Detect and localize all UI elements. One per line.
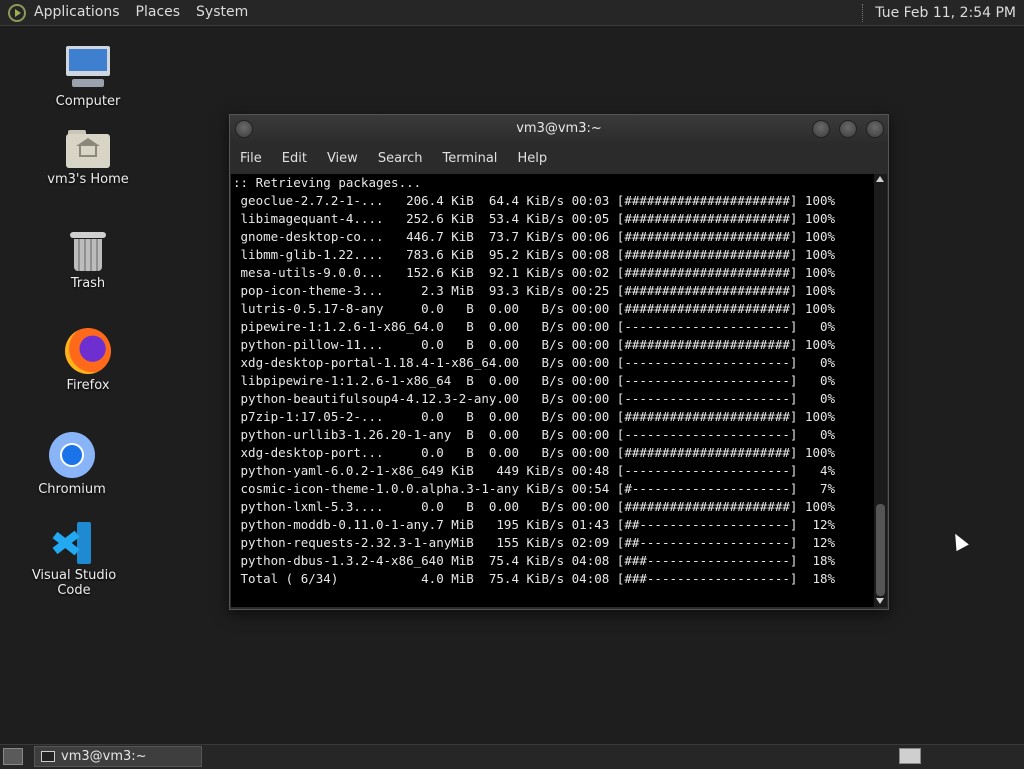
terminal-line: xdg-desktop-portal-1.18.4-1-x86_64.00 B/…: [233, 355, 836, 370]
mouse-pointer-icon: [949, 530, 969, 552]
desktop-icon-label: Chromium: [38, 482, 106, 497]
desktop-icon-firefox[interactable]: Firefox: [28, 328, 148, 393]
terminal-icon: [41, 751, 55, 762]
window-menu-button[interactable]: [235, 120, 253, 138]
terminal-line: libmm-glib-1.22.... 783.6 KiB 95.2 KiB/s…: [233, 247, 836, 262]
taskbar-item-terminal[interactable]: vm3@vm3:~: [34, 746, 202, 767]
terminal-scrollbar[interactable]: [874, 174, 887, 607]
desktop-icon-label: Visual Studio Code: [31, 568, 117, 598]
terminal-line: lutris-0.5.17-8-any 0.0 B 0.00 B/s 00:00…: [233, 301, 836, 316]
trash-icon: [70, 230, 106, 272]
workspace-switcher[interactable]: [899, 748, 921, 764]
terminal-line: p7zip-1:17.05-2-... 0.0 B 0.00 B/s 00:00…: [233, 409, 836, 424]
top-panel: Applications Places System Tue Feb 11, 2…: [0, 0, 1024, 26]
system-menu[interactable]: System: [188, 0, 256, 25]
menu-edit[interactable]: Edit: [272, 145, 317, 173]
menu-search[interactable]: Search: [368, 145, 433, 173]
terminal-line: geoclue-2.7.2-1-... 206.4 KiB 64.4 KiB/s…: [233, 193, 836, 208]
taskbar-item-label: vm3@vm3:~: [61, 749, 147, 764]
menu-terminal[interactable]: Terminal: [432, 145, 507, 173]
menu-file[interactable]: File: [230, 145, 272, 173]
close-button[interactable]: [866, 120, 884, 138]
desktop-icon-label: Computer: [55, 94, 121, 109]
terminal-line: gnome-desktop-co... 446.7 KiB 73.7 KiB/s…: [233, 229, 836, 244]
minimize-button[interactable]: [812, 120, 830, 138]
scroll-up-arrow-icon[interactable]: [876, 176, 884, 182]
terminal-line: python-lxml-5.3.... 0.0 B 0.00 B/s 00:00…: [233, 499, 836, 514]
vscode-icon: [52, 522, 95, 564]
clock[interactable]: Tue Feb 11, 2:54 PM: [875, 5, 1016, 21]
home-folder-icon: [66, 130, 110, 168]
maximize-button[interactable]: [839, 120, 857, 138]
terminal-window: vm3@vm3:~ File Edit View Search Terminal…: [229, 114, 889, 610]
chromium-icon: [49, 432, 95, 478]
distro-logo-icon[interactable]: [8, 3, 26, 22]
terminal-line: python-dbus-1.3.2-4-x86_640 MiB 75.4 KiB…: [233, 553, 836, 568]
desktop-icon-vscode[interactable]: Visual Studio Code: [14, 522, 134, 598]
computer-icon: [64, 46, 112, 90]
terminal-line: cosmic-icon-theme-1.0.0.alpha.3-1-any Ki…: [233, 481, 836, 496]
terminal-line: libimagequant-4.... 252.6 KiB 53.4 KiB/s…: [233, 211, 836, 226]
desktop-icon-computer[interactable]: Computer: [28, 46, 148, 109]
terminal-line: libpipewire-1:1.2.6-1-x86_64 B 0.00 B/s …: [233, 373, 836, 388]
applications-menu[interactable]: Applications: [26, 0, 128, 25]
places-menu[interactable]: Places: [128, 0, 189, 25]
menu-help[interactable]: Help: [507, 145, 557, 173]
terminal-line: python-urllib3-1.26.20-1-any B 0.00 B/s …: [233, 427, 836, 442]
terminal-line: python-beautifulsoup4-4.12.3-2-any.00 B/…: [233, 391, 836, 406]
terminal-line: Total ( 6/34) 4.0 MiB 75.4 KiB/s 04:08 […: [233, 571, 836, 586]
desktop-icon-chromium[interactable]: Chromium: [12, 432, 132, 497]
window-title: vm3@vm3:~: [516, 121, 602, 136]
terminal-line: mesa-utils-9.0.0... 152.6 KiB 92.1 KiB/s…: [233, 265, 836, 280]
terminal-line: pop-icon-theme-3... 2.3 MiB 93.3 KiB/s 0…: [233, 283, 836, 298]
terminal-output[interactable]: :: Retrieving packages... geoclue-2.7.2-…: [231, 174, 874, 607]
scrollbar-thumb[interactable]: [876, 504, 885, 596]
desktop-icon-label: vm3's Home: [47, 172, 129, 187]
terminal-menubar: File Edit View Search Terminal Help: [230, 145, 888, 173]
terminal-line: xdg-desktop-port... 0.0 B 0.00 B/s 00:00…: [233, 445, 836, 460]
scroll-down-arrow-icon[interactable]: [876, 598, 884, 604]
terminal-line: :: Retrieving packages...: [233, 175, 422, 190]
firefox-icon: [65, 328, 111, 374]
window-titlebar[interactable]: vm3@vm3:~: [230, 115, 888, 143]
desktop-icon-label: Firefox: [66, 378, 110, 393]
terminal-line: python-moddb-0.11.0-1-any.7 MiB 195 KiB/…: [233, 517, 836, 532]
terminal-line: pipewire-1:1.2.6-1-x86_64.0 B 0.00 B/s 0…: [233, 319, 836, 334]
terminal-line: python-yaml-6.0.2-1-x86_649 KiB 449 KiB/…: [233, 463, 836, 478]
terminal-line: python-pillow-11... 0.0 B 0.00 B/s 00:00…: [233, 337, 836, 352]
terminal-line: python-requests-2.32.3-1-anyMiB 155 KiB/…: [233, 535, 836, 550]
bottom-panel: vm3@vm3:~: [0, 744, 1024, 769]
desktop-icon-home[interactable]: vm3's Home: [28, 130, 148, 187]
menu-view[interactable]: View: [317, 145, 368, 173]
desktop-icon-label: Trash: [70, 276, 106, 291]
show-desktop-button[interactable]: [3, 748, 23, 765]
panel-separator: [862, 3, 865, 22]
desktop-icon-trash[interactable]: Trash: [28, 230, 148, 291]
